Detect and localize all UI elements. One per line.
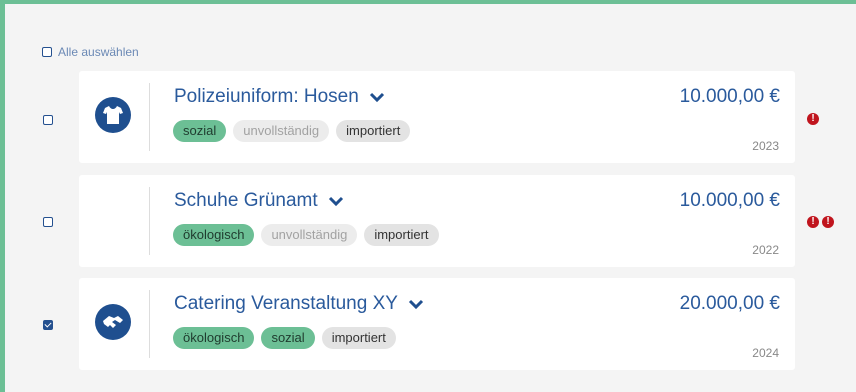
card-divider [149,187,150,255]
chevron-down-icon[interactable] [408,298,424,310]
warning-icon[interactable]: ! [822,216,834,228]
item-title: Polizeiuniform: Hosen [174,86,359,107]
item-title-toggle[interactable]: Polizeiuniform: Hosen [174,86,385,108]
item-checkbox[interactable] [43,115,53,125]
chevron-down-icon[interactable] [328,195,344,207]
list-item[interactable]: Polizeiuniform: Hosen sozial unvollständ… [79,71,795,163]
item-year: 2023 [752,139,779,153]
tag-badge: importiert [321,327,396,349]
tag-list: ökologisch sozial importiert [173,327,396,349]
tag-badge: unvollständig [233,120,330,142]
tag-badge: ökologisch [173,327,255,349]
item-amount: 10.000,00 € [679,86,780,107]
warning-icon[interactable]: ! [807,113,819,125]
warning-indicators: ! [807,113,819,125]
tag-list: sozial unvollständig importiert [173,120,411,142]
tag-badge: sozial [173,120,227,142]
item-title-toggle[interactable]: Schuhe Grünamt [174,190,344,212]
item-title: Catering Veranstaltung XY [174,293,398,314]
warning-icon[interactable]: ! [807,216,819,228]
tag-badge: importiert [336,120,411,142]
item-amount: 20.000,00 € [679,293,780,314]
select-all-checkbox[interactable] [42,47,52,57]
procurement-list-panel: Alle auswählen Polizeiuniform: Hosen soz… [0,0,856,392]
item-title: Schuhe Grünamt [174,190,318,211]
tag-badge: unvollständig [261,224,358,246]
card-divider [149,290,150,358]
tag-badge: sozial [261,327,315,349]
list-item[interactable]: Schuhe Grünamt ökologisch unvollständig … [79,175,795,267]
list-item[interactable]: Catering Veranstaltung XY ökologisch soz… [79,278,795,370]
card-divider [149,83,150,151]
chevron-down-icon[interactable] [369,91,385,103]
item-title-toggle[interactable]: Catering Veranstaltung XY [174,293,424,315]
select-all-label: Alle auswählen [58,45,139,59]
item-year: 2022 [752,243,779,257]
tag-list: ökologisch unvollständig importiert [173,224,439,246]
item-checkbox[interactable] [43,320,53,330]
handshake-icon [95,304,131,340]
item-amount: 10.000,00 € [679,190,780,211]
shirt-icon [95,97,131,133]
tag-badge: importiert [364,224,439,246]
item-year: 2024 [752,346,779,360]
select-all-control[interactable]: Alle auswählen [42,45,139,59]
warning-indicators: ! ! [807,216,834,228]
tag-badge: ökologisch [173,224,255,246]
item-checkbox[interactable] [43,217,53,227]
